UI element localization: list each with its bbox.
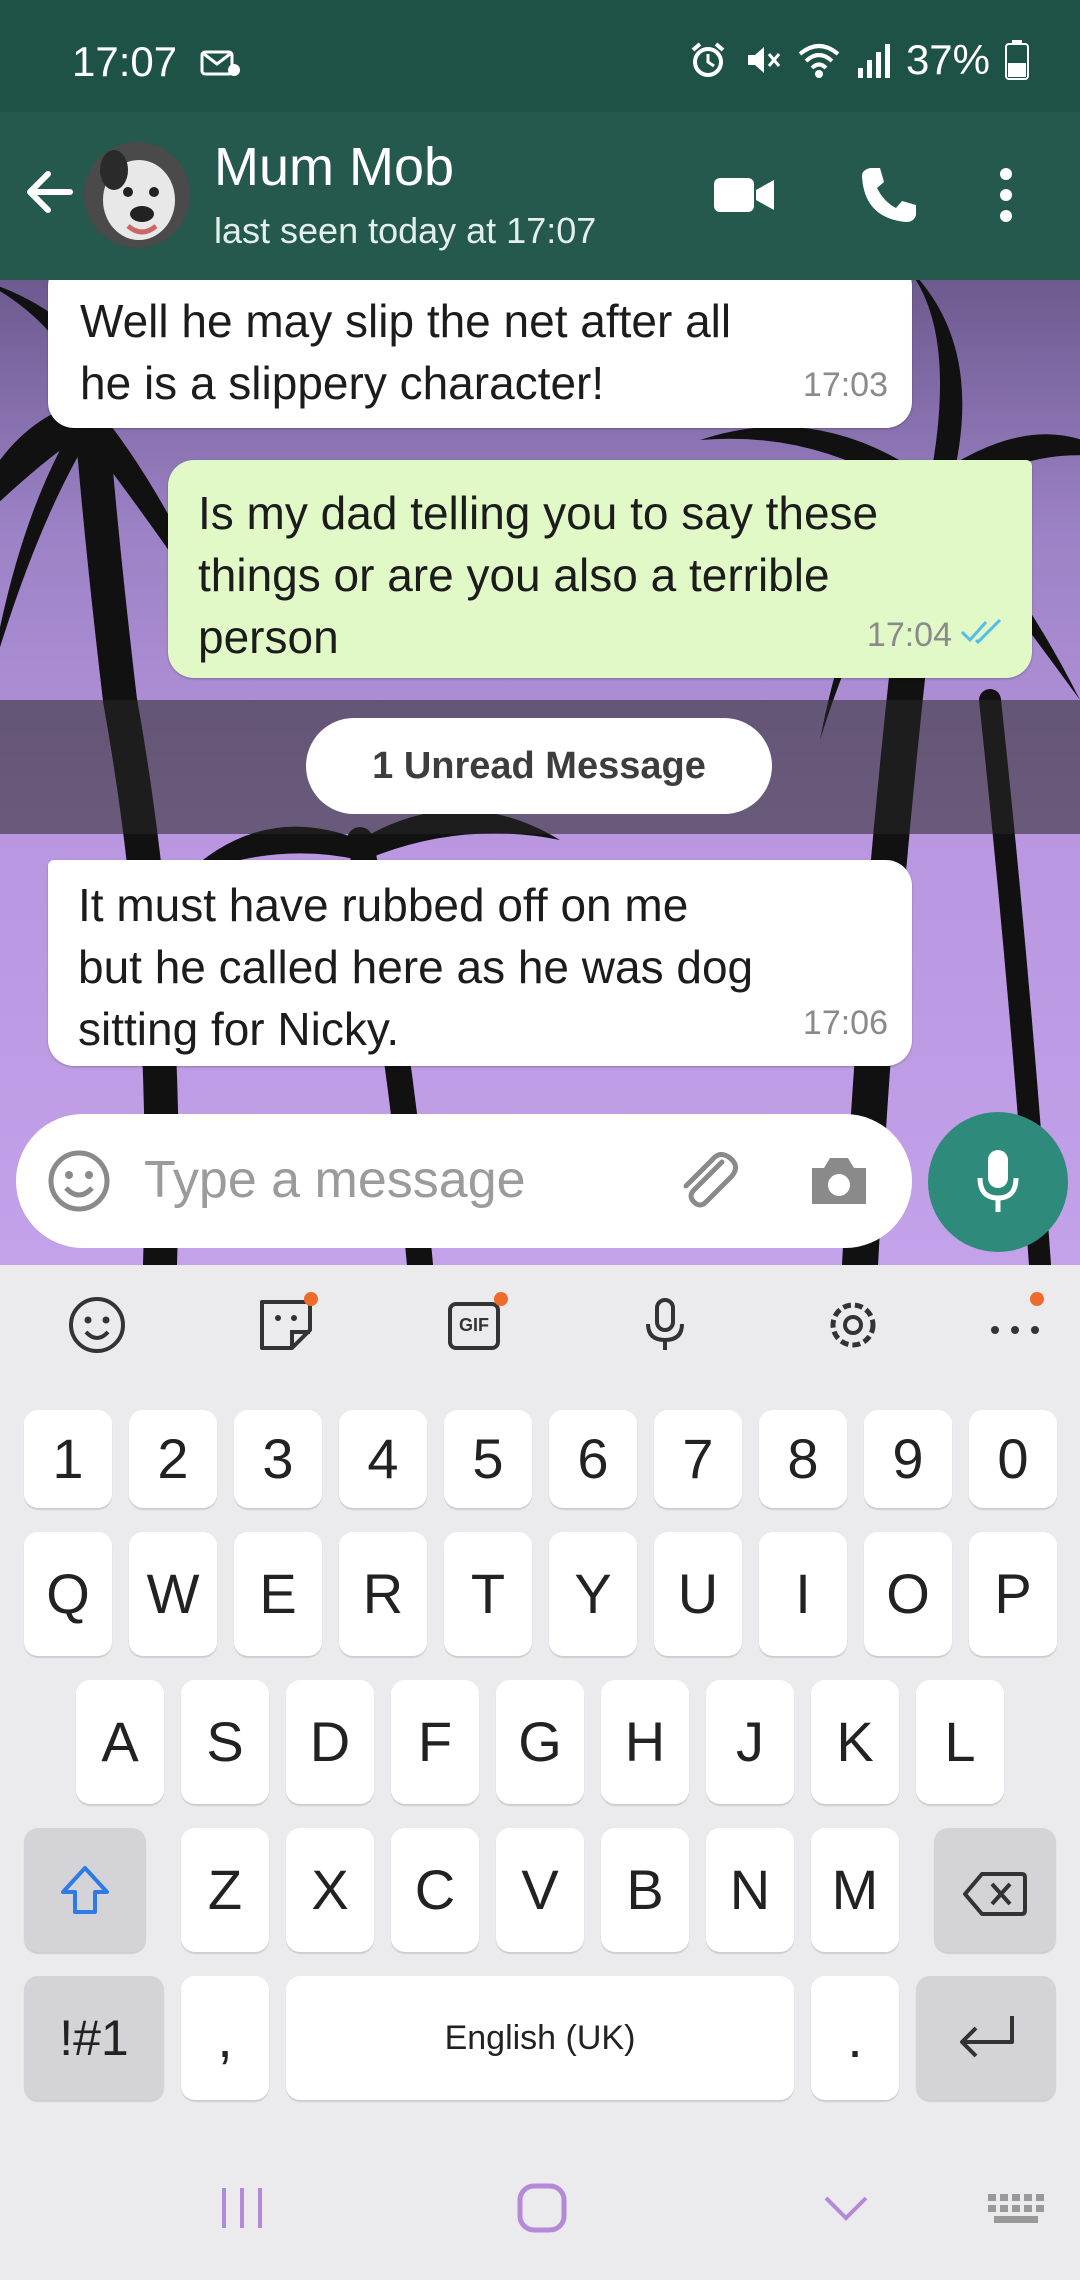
key-n[interactable]: N bbox=[706, 1828, 794, 1952]
key-f[interactable]: F bbox=[391, 1680, 479, 1804]
wifi-icon bbox=[796, 40, 842, 80]
message-text: Well he may slip the net after all he is… bbox=[80, 295, 732, 409]
status-bar: 17:07 37% bbox=[0, 0, 1080, 112]
space-key[interactable]: English (UK) bbox=[286, 1976, 794, 2100]
key-b[interactable]: B bbox=[601, 1828, 689, 1952]
comma-key[interactable]: , bbox=[181, 1976, 269, 2100]
key-x[interactable]: X bbox=[286, 1828, 374, 1952]
sticker-notification-dot bbox=[304, 1292, 318, 1306]
key-9[interactable]: 9 bbox=[864, 1410, 952, 1508]
key-4[interactable]: 4 bbox=[339, 1410, 427, 1508]
hide-keyboard-icon[interactable] bbox=[818, 2180, 874, 2241]
period-key[interactable]: . bbox=[811, 1976, 899, 2100]
mute-icon bbox=[742, 40, 782, 80]
key-e[interactable]: E bbox=[234, 1532, 322, 1656]
key-6[interactable]: 6 bbox=[549, 1410, 637, 1508]
shift-icon bbox=[57, 1862, 113, 1931]
emoji-icon[interactable] bbox=[46, 1148, 112, 1219]
message-outgoing[interactable]: Is my dad telling you to say these thing… bbox=[168, 460, 1032, 678]
attach-icon[interactable] bbox=[672, 1148, 742, 1219]
message-time: 17:06 bbox=[802, 1004, 888, 1042]
battery-percent: 37% bbox=[905, 36, 990, 83]
read-receipt-icon bbox=[960, 604, 1008, 666]
shift-key[interactable] bbox=[24, 1828, 146, 1952]
key-r[interactable]: R bbox=[339, 1532, 427, 1656]
key-d[interactable]: D bbox=[286, 1680, 374, 1804]
key-2[interactable]: 2 bbox=[129, 1410, 217, 1508]
key-0[interactable]: 0 bbox=[969, 1410, 1057, 1508]
voice-call-icon[interactable] bbox=[856, 162, 922, 228]
back-arrow-icon[interactable] bbox=[20, 162, 80, 222]
enter-icon bbox=[956, 2012, 1018, 2077]
key-w[interactable]: W bbox=[129, 1532, 217, 1656]
key-l[interactable]: L bbox=[916, 1680, 1004, 1804]
more-options-icon[interactable] bbox=[986, 162, 1026, 228]
enter-key[interactable] bbox=[916, 1976, 1056, 2100]
chat-title[interactable]: Mum Mob bbox=[214, 136, 454, 198]
battery-icon bbox=[1004, 39, 1030, 81]
keyboard-emoji-icon[interactable] bbox=[62, 1290, 132, 1360]
key-p[interactable]: P bbox=[969, 1532, 1057, 1656]
message-notification-icon bbox=[200, 48, 240, 78]
last-seen-status: last seen today at 17:07 bbox=[214, 210, 597, 251]
camera-icon[interactable] bbox=[806, 1150, 872, 1217]
voice-message-button[interactable] bbox=[928, 1112, 1068, 1252]
key-h[interactable]: H bbox=[601, 1680, 689, 1804]
video-call-icon[interactable] bbox=[712, 162, 778, 228]
message-text: It must have rubbed off on me but he cal… bbox=[78, 879, 754, 1055]
key-j[interactable]: J bbox=[706, 1680, 794, 1804]
gif-notification-dot bbox=[494, 1292, 508, 1306]
more-notification-dot bbox=[1030, 1292, 1044, 1306]
key-m[interactable]: M bbox=[811, 1828, 899, 1952]
key-1[interactable]: 1 bbox=[24, 1410, 112, 1508]
key-8[interactable]: 8 bbox=[759, 1410, 847, 1508]
gif-label: GIF bbox=[459, 1315, 489, 1335]
microphone-icon bbox=[972, 1146, 1024, 1223]
backspace-icon bbox=[962, 1866, 1028, 1931]
key-q[interactable]: Q bbox=[24, 1532, 112, 1656]
message-time: 17:04 bbox=[866, 616, 952, 654]
key-5[interactable]: 5 bbox=[444, 1410, 532, 1508]
key-c[interactable]: C bbox=[391, 1828, 479, 1952]
key-s[interactable]: S bbox=[181, 1680, 269, 1804]
message-time: 17:03 bbox=[802, 366, 888, 404]
home-icon[interactable] bbox=[514, 2180, 570, 2241]
key-o[interactable]: O bbox=[864, 1532, 952, 1656]
keyboard-switch-icon[interactable] bbox=[984, 2180, 1050, 2241]
message-incoming[interactable]: Well he may slip the net after all he is… bbox=[48, 280, 912, 428]
key-7[interactable]: 7 bbox=[654, 1410, 742, 1508]
avatar[interactable] bbox=[84, 142, 190, 248]
key-v[interactable]: V bbox=[496, 1828, 584, 1952]
unread-messages-badge: 1 Unread Message bbox=[306, 718, 772, 814]
message-placeholder: Type a message bbox=[144, 1151, 526, 1209]
key-t[interactable]: T bbox=[444, 1532, 532, 1656]
key-z[interactable]: Z bbox=[181, 1828, 269, 1952]
signal-icon bbox=[856, 40, 892, 80]
key-3[interactable]: 3 bbox=[234, 1410, 322, 1508]
status-time: 17:07 bbox=[72, 38, 178, 85]
chat-header: Mum Mob last seen today at 17:07 bbox=[0, 112, 1080, 280]
key-u[interactable]: U bbox=[654, 1532, 742, 1656]
alarm-icon bbox=[688, 40, 728, 80]
symbols-key[interactable]: !#1 bbox=[24, 1976, 164, 2100]
key-y[interactable]: Y bbox=[549, 1532, 637, 1656]
backspace-key[interactable] bbox=[934, 1828, 1056, 1952]
message-incoming[interactable]: It must have rubbed off on me but he cal… bbox=[48, 860, 912, 1066]
key-k[interactable]: K bbox=[811, 1680, 899, 1804]
key-a[interactable]: A bbox=[76, 1680, 164, 1804]
message-input[interactable]: Type a message bbox=[16, 1114, 912, 1248]
keyboard-voice-input-icon[interactable] bbox=[630, 1290, 700, 1360]
recent-apps-icon[interactable] bbox=[214, 2180, 270, 2241]
key-g[interactable]: G bbox=[496, 1680, 584, 1804]
keyboard-settings-icon[interactable] bbox=[818, 1290, 888, 1360]
key-i[interactable]: I bbox=[759, 1532, 847, 1656]
